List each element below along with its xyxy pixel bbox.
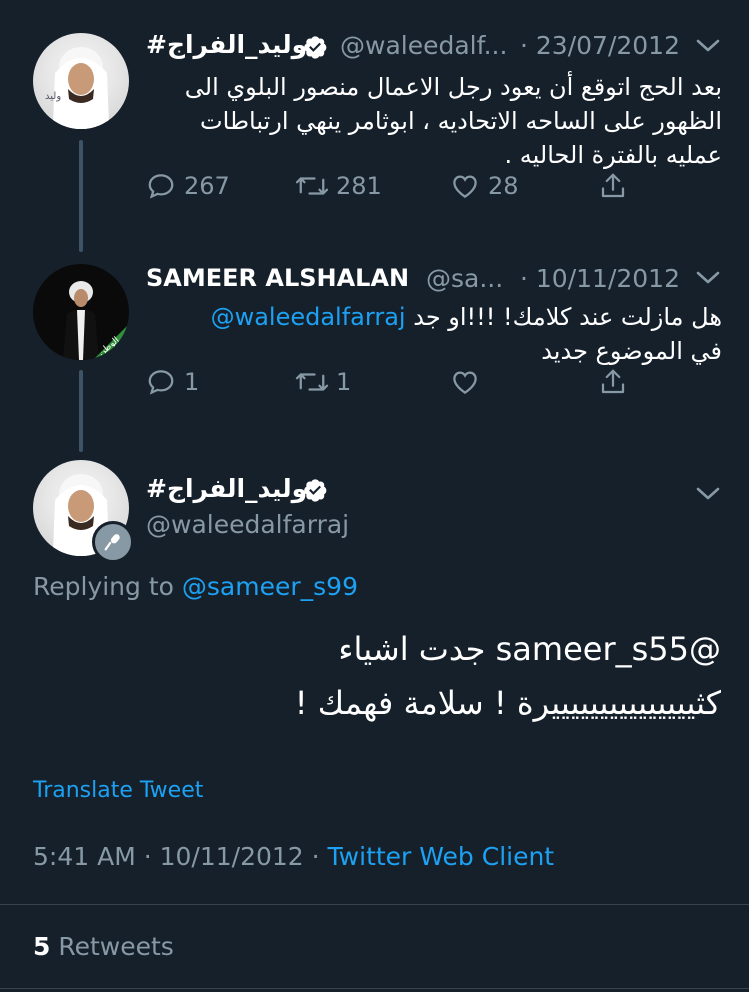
tweet-timestamp-row: 5:41 AM · 10/11/2012 · Twitter Web Clien… [33, 842, 554, 871]
like-icon [453, 175, 477, 198]
tweet-client-link[interactable]: Twitter Web Client [328, 842, 555, 871]
retweets-stat-label: Retweets [58, 932, 174, 961]
retweet-icon [295, 177, 329, 195]
verified-badge-icon [304, 36, 327, 59]
replying-to: Replying to @sameer_s99 [33, 572, 358, 601]
chevron-down-icon[interactable] [696, 270, 720, 286]
svg-text:ﺍﻟﻮﻃﻦ: ﺍﻟﻮﻃﻦ [97, 335, 122, 358]
reply-button[interactable]: 267 [146, 171, 230, 201]
divider [0, 904, 749, 905]
tweet2-text-line1: هل مازلت عند كلامك! !!!او جد @waleedalfa… [146, 300, 722, 334]
reply-count: 1 [184, 368, 200, 396]
microphone-badge [92, 521, 134, 563]
retweets-stat[interactable]: 5 Retweets [33, 932, 174, 961]
reply-icon [148, 174, 174, 199]
chevron-down-icon[interactable] [696, 486, 720, 502]
main-tweet-text: @sameer_s55 جدت اشياء كثييييييييييييييير… [33, 622, 721, 730]
tweet1-display-name[interactable]: #وليد_الفراج [146, 30, 307, 59]
replying-to-label: Replying to [33, 572, 174, 601]
verified-badge-icon [304, 479, 327, 502]
retweet-button[interactable]: 281 [294, 171, 382, 201]
reply-button[interactable]: 1 [146, 367, 199, 397]
main-handle[interactable]: @waleedalfarraj [146, 510, 349, 539]
tweet2-text: هل مازلت عند كلامك! !!!او جد @waleedalfa… [146, 300, 722, 368]
divider [0, 988, 749, 989]
share-icon [601, 173, 625, 198]
microphone-icon [104, 534, 120, 551]
reply-count: 267 [184, 172, 230, 200]
tweet1-date[interactable]: · 23/07/2012 [520, 31, 680, 60]
main-tweet-text-line1: @sameer_s55 جدت اشياء [338, 630, 721, 668]
tweet-timestamp[interactable]: 5:41 AM · 10/11/2012 · [33, 842, 320, 871]
tweet2-date[interactable]: · 10/11/2012 [520, 264, 680, 293]
tweet2-display-name[interactable]: SAMEER ALSHALAN [146, 264, 409, 292]
tweet1-handle[interactable]: @waleedalf... [340, 31, 507, 60]
like-button[interactable]: 28 [450, 171, 519, 201]
translate-tweet-link[interactable]: Translate Tweet [33, 778, 203, 803]
main-display-name[interactable]: #وليد_الفراج [146, 474, 307, 503]
thread-connector [79, 140, 83, 252]
avatar-portrait-icon: ﻭﻟﻴﺪ [45, 47, 109, 129]
share-button[interactable] [598, 367, 628, 397]
avatar-tweet1[interactable]: ﻭﻟﻴﺪ [33, 33, 129, 129]
main-tweet-text-line2: كثيييييييييييييييرة ! سلامة فهمك ! [294, 684, 721, 722]
share-icon [601, 369, 625, 394]
avatar-portrait-icon: ﺍﻟﻮﻃﻦ [63, 281, 129, 360]
mention-link[interactable]: @waleedalfarraj [211, 303, 406, 331]
chevron-down-icon[interactable] [696, 38, 720, 54]
replying-to-handle-link[interactable]: @sameer_s99 [182, 572, 358, 601]
like-count: 28 [488, 172, 519, 200]
svg-text:ﻭﻟﻴﺪ: ﻭﻟﻴﺪ [45, 91, 61, 102]
retweets-stat-count: 5 [33, 932, 51, 961]
thread-connector [79, 370, 83, 452]
like-button[interactable] [450, 367, 480, 397]
like-icon [453, 371, 477, 394]
share-button[interactable] [598, 171, 628, 201]
tweet2-handle[interactable]: @sa... [426, 264, 503, 293]
tweet2-text-line2: في الموضوع جديد [541, 337, 722, 365]
retweet-count: 1 [336, 368, 352, 396]
reply-icon [148, 370, 174, 395]
tweet1-text: بعد الحج اتوقع أن يعود رجل الاعمال منصور… [184, 73, 722, 169]
retweet-button[interactable]: 1 [294, 367, 351, 397]
tweet2-text-line1-body: هل مازلت عند كلامك! !!!او جد [413, 303, 722, 331]
retweet-count: 281 [336, 172, 382, 200]
avatar-tweet2[interactable]: ﺍﻟﻮﻃﻦ [33, 264, 129, 360]
retweet-icon [295, 373, 329, 391]
